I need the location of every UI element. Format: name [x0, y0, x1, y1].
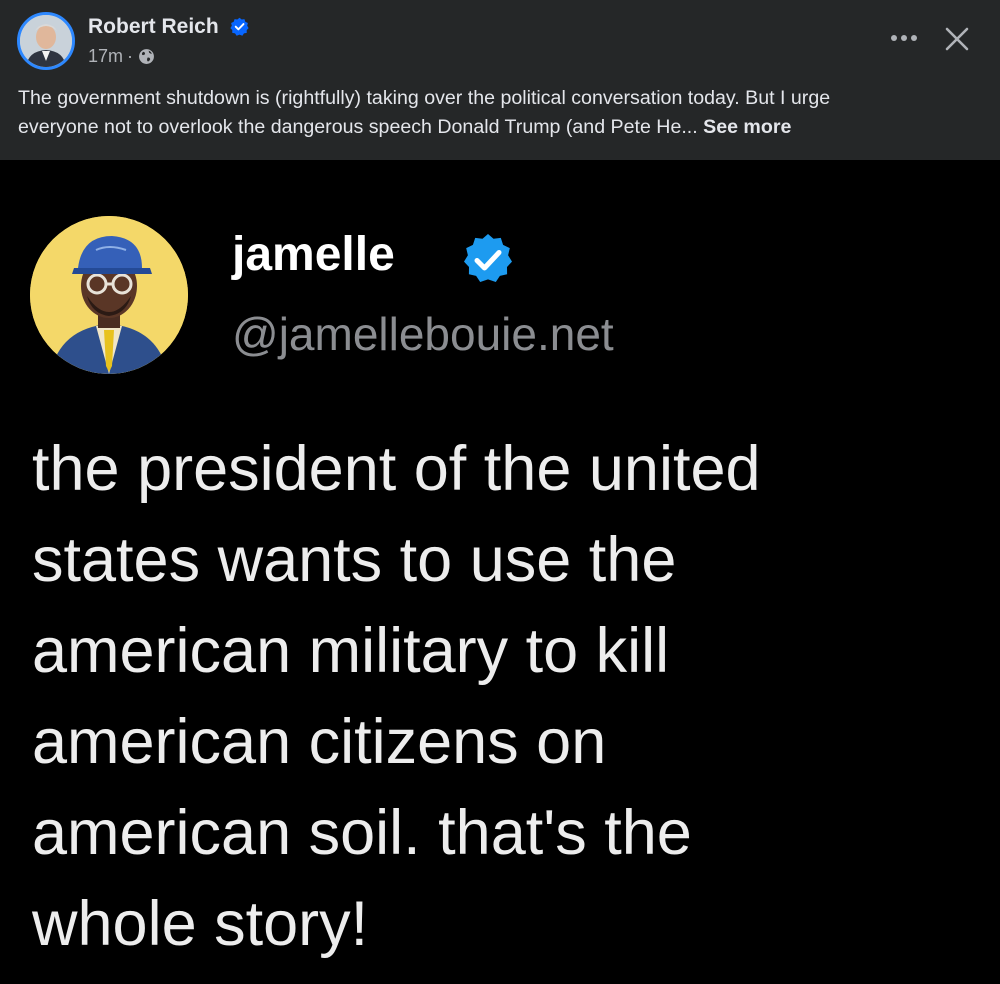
- post-header: Robert Reich 17m · The government shutdo…: [0, 0, 1000, 160]
- verified-badge-icon: [464, 234, 512, 282]
- globe-icon: [139, 48, 154, 64]
- author-avatar[interactable]: [17, 12, 75, 70]
- tweet-text-line: american military to kill: [32, 616, 670, 686]
- post-meta: 17m ·: [88, 44, 155, 68]
- see-more-link[interactable]: See more: [703, 116, 791, 138]
- tweet-text-line: whole story!: [32, 889, 369, 959]
- tweet-text-line: american citizens on: [32, 707, 607, 777]
- close-button[interactable]: [938, 20, 976, 58]
- tweet-text-line: the president of the united: [32, 434, 761, 504]
- tweet-handle: @jamellebouie.net: [232, 308, 614, 360]
- tweet-text-line: states wants to use the: [32, 525, 677, 595]
- post-text-line: The government shutdown is (rightfully) …: [18, 87, 831, 109]
- verified-badge-icon: [230, 17, 249, 36]
- more-horizontal-icon: [891, 35, 917, 41]
- tweet-text-line: american soil. that's the: [32, 798, 692, 868]
- tweet-display-name: jamelle: [232, 228, 395, 281]
- post-time[interactable]: 17m: [88, 44, 123, 68]
- more-options-button[interactable]: [886, 24, 922, 52]
- meta-separator: ·: [127, 46, 134, 66]
- post-text: The government shutdown is (rightfully) …: [18, 84, 988, 142]
- tweet-avatar: [30, 216, 188, 374]
- post-text-line-content: everyone not to overlook the dangerous s…: [18, 116, 698, 138]
- author-name[interactable]: Robert Reich: [88, 13, 219, 41]
- tweet-image[interactable]: jamelle @jamellebouie.net the president …: [0, 160, 1000, 984]
- close-icon: [945, 27, 969, 51]
- tweet-text: the president of the united states wants…: [32, 424, 982, 970]
- post-text-line: everyone not to overlook the dangerous s…: [18, 113, 988, 142]
